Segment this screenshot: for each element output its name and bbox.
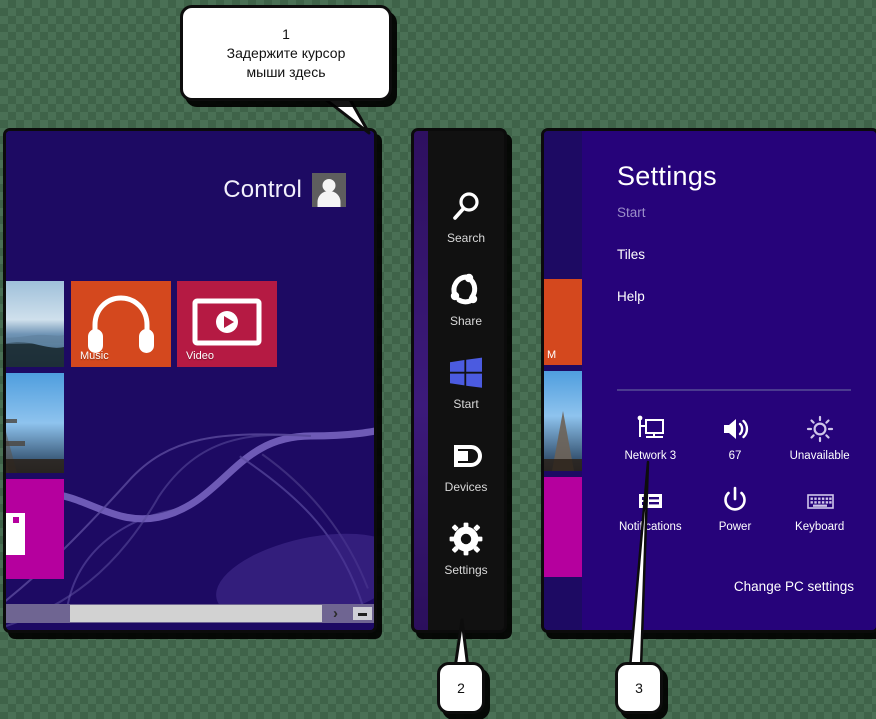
change-pc-settings-link[interactable]: Change PC settings <box>734 579 854 594</box>
settings-link-start[interactable]: Start <box>617 205 857 220</box>
screenshot-stage: Control Music Video › Search Share Start… <box>0 0 876 719</box>
quick-action-network[interactable]: Network 3 <box>608 413 693 462</box>
callout-bubble-1: 1 Задержите курсор мыши здесь <box>180 5 392 101</box>
user-account-row[interactable]: Control <box>223 173 346 207</box>
volume-icon <box>720 413 750 443</box>
quick-label-volume: 67 <box>728 450 742 462</box>
search-icon <box>449 189 483 225</box>
quick-actions-grid: Network 3 67 Unavailable Notifications P… <box>608 413 862 533</box>
photo-icon <box>6 373 64 473</box>
devices-icon <box>449 438 483 474</box>
callout-3-number: 3 <box>635 680 643 696</box>
settings-flyout-panel: M Settings Start Tiles Help Network 3 67… <box>541 128 876 633</box>
start-screen-peek: M <box>544 131 582 630</box>
peek-tile-label: M <box>547 349 557 361</box>
photo-icon <box>6 281 64 367</box>
quick-label-keyboard: Keyboard <box>795 521 845 533</box>
callout-1-number: 1 <box>282 26 290 42</box>
minimize-icon[interactable] <box>353 607 372 620</box>
quick-action-brightness[interactable]: Unavailable <box>777 413 862 462</box>
horizontal-scrollbar[interactable]: › <box>6 604 374 623</box>
windows-logo-icon <box>449 355 483 391</box>
tile-video[interactable]: Video <box>177 281 277 367</box>
tile-label-music: Music <box>80 350 109 362</box>
settings-links: Start Tiles Help <box>617 205 857 331</box>
quick-action-volume[interactable]: 67 <box>693 413 778 462</box>
tile-photo-1[interactable] <box>6 281 64 367</box>
brightness-icon <box>805 413 835 443</box>
start-screen-panel: Control Music Video › <box>3 128 377 633</box>
callout-1-text: Задержите курсор мыши здесь <box>226 45 346 80</box>
quick-action-notifications[interactable]: Notifications <box>608 484 693 533</box>
keyboard-icon <box>805 484 835 514</box>
callout-2-number: 2 <box>457 680 465 696</box>
gear-icon <box>449 521 483 557</box>
settings-link-tiles[interactable]: Tiles <box>617 247 857 262</box>
quick-label-brightness: Unavailable <box>789 450 850 462</box>
quick-label-power: Power <box>718 521 752 533</box>
peek-tile-camera <box>544 477 582 577</box>
share-icon <box>449 272 483 308</box>
charm-label-search: Search <box>446 230 486 245</box>
charms-desktop-sliver <box>414 131 428 630</box>
settings-link-help[interactable]: Help <box>617 289 857 304</box>
settings-flyout-surface: Settings Start Tiles Help Network 3 67 U… <box>582 131 876 630</box>
charm-start[interactable]: Start <box>428 355 504 411</box>
callout-bubble-2: 2 <box>437 662 485 714</box>
charms-list: Search Share Start Devices Settings <box>428 131 504 630</box>
tile-camera[interactable] <box>6 479 64 579</box>
scrollbar-thumb[interactable] <box>70 605 322 622</box>
user-name-label: Control <box>223 176 302 203</box>
charm-label-start: Start <box>453 396 479 411</box>
network-icon <box>635 413 665 443</box>
charm-label-settings: Settings <box>444 562 488 577</box>
callout-bubble-3: 3 <box>615 662 663 714</box>
quick-action-power[interactable]: Power <box>693 484 778 533</box>
start-screen-surface: Control Music Video › <box>6 131 374 630</box>
charms-bar-panel: Search Share Start Devices Settings <box>411 128 507 633</box>
settings-divider <box>617 389 851 391</box>
power-icon <box>720 484 750 514</box>
charm-settings[interactable]: Settings <box>428 521 504 577</box>
tile-photo-2[interactable] <box>6 373 64 473</box>
charm-devices[interactable]: Devices <box>428 438 504 494</box>
tile-music[interactable]: Music <box>71 281 171 367</box>
camera-icon <box>6 513 25 555</box>
tile-label-video: Video <box>186 350 214 362</box>
peek-tile-photo-2 <box>544 371 582 471</box>
user-avatar-icon[interactable] <box>312 173 346 207</box>
charm-label-share: Share <box>449 313 483 328</box>
scroll-right-arrow-button[interactable]: › <box>323 604 348 623</box>
quick-action-keyboard[interactable]: Keyboard <box>777 484 862 533</box>
charm-search[interactable]: Search <box>428 189 504 245</box>
charm-label-devices: Devices <box>444 479 488 494</box>
settings-title: Settings <box>617 161 717 191</box>
notifications-icon <box>635 484 665 514</box>
charm-share[interactable]: Share <box>428 272 504 328</box>
quick-label-notifications: Notifications <box>619 521 682 533</box>
peek-tile-music: M <box>544 279 582 365</box>
quick-label-network: Network 3 <box>624 450 677 462</box>
